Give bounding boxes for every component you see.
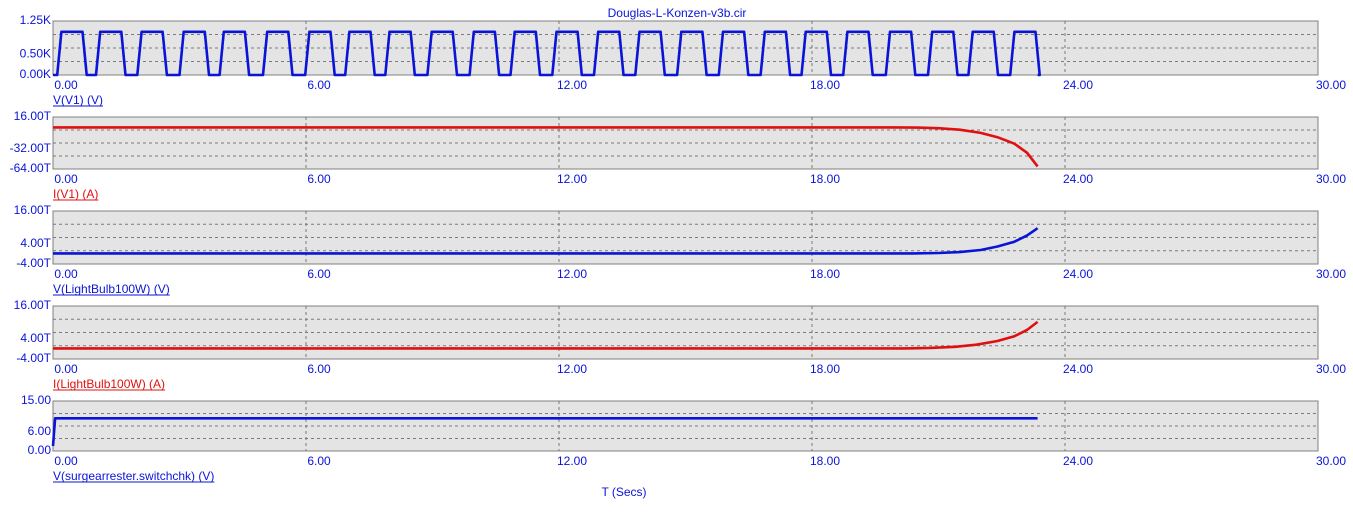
y-tick-label: 16.00T — [14, 203, 52, 217]
y-tick-label: 0.00 — [28, 443, 52, 457]
x-tick-label: 12.00 — [557, 78, 587, 92]
x-tick-label: 24.00 — [1063, 172, 1093, 186]
x-tick-label: 12.00 — [557, 172, 587, 186]
y-tick-label: 16.00T — [14, 109, 52, 123]
x-tick-label: 6.00 — [307, 172, 331, 186]
x-tick-label: 0.00 — [54, 454, 78, 468]
x-tick-label: 30.00 — [1316, 267, 1346, 281]
y-tick-label: 16.00T — [14, 298, 52, 312]
x-tick-label: 18.00 — [810, 362, 840, 376]
panel-3: 16.00T 4.00T -4.00T0.00 6.00 12.00 18.00 24.00… — [14, 203, 1347, 296]
chart-title: Douglas-L-Konzen-v3b.cir — [608, 6, 747, 20]
x-tick-label: 0.00 — [54, 362, 78, 376]
x-tick-label: 12.00 — [557, 362, 587, 376]
x-tick-label: 18.00 — [810, 267, 840, 281]
panel-4: 16.00T 4.00T -4.00T0.00 6.00 12.00 18.00 24.00… — [14, 298, 1347, 391]
waveform-chart: Douglas-L-Konzen-v3b.cir T (Secs) 1.25K 0… — [10, 6, 1347, 499]
x-tick-label: 18.00 — [810, 454, 840, 468]
x-tick-label: 24.00 — [1063, 78, 1093, 92]
series-label: I(V1) (A) — [53, 187, 98, 201]
x-tick-label: 0.00 — [54, 172, 78, 186]
x-tick-label: 30.00 — [1316, 78, 1346, 92]
series-label: V(LightBulb100W) (V) — [53, 282, 170, 296]
y-tick-label: 4.00T — [20, 331, 51, 345]
x-tick-label: 12.00 — [557, 454, 587, 468]
x-tick-label: 6.00 — [307, 267, 331, 281]
plot-panels: 1.25K0.50K0.00K0.00 6.00 12.00 18.00 24.00 30… — [10, 13, 1347, 483]
x-tick-label: 0.00 — [54, 78, 78, 92]
x-tick-label: 24.00 — [1063, 267, 1093, 281]
panel-2: 16.00T -32.00T -64.00T0.00 6.00 12.00 18.00 24… — [10, 109, 1347, 201]
panel-5: 15.00 6.00 0.000.00 6.00 12.00 18.00 24.00 30.0… — [21, 393, 1346, 483]
x-tick-label: 6.00 — [307, 78, 331, 92]
x-tick-label: 30.00 — [1316, 172, 1346, 186]
y-tick-label: -4.00T — [16, 256, 51, 270]
x-tick-label: 12.00 — [557, 267, 587, 281]
series-label: V(surgearrester.switchchk) (V) — [53, 469, 214, 483]
y-tick-label: -4.00T — [16, 351, 51, 365]
y-tick-label: 6.00 — [28, 424, 52, 438]
y-tick-label: 0.50K — [20, 46, 51, 60]
x-axis-label: T (Secs) — [601, 485, 646, 499]
x-tick-label: 6.00 — [307, 454, 331, 468]
series-label: I(LightBulb100W) (A) — [53, 377, 165, 391]
x-tick-label: 24.00 — [1063, 362, 1093, 376]
y-tick-label: 15.00 — [21, 393, 51, 407]
x-tick-label: 6.00 — [307, 362, 331, 376]
y-tick-label: -64.00T — [10, 161, 52, 175]
x-tick-label: 30.00 — [1316, 362, 1346, 376]
x-tick-label: 18.00 — [810, 172, 840, 186]
x-tick-label: 30.00 — [1316, 454, 1346, 468]
panel-1: 1.25K 0.50K 0.00K0.00 6.00 12.00 18.00 24.00 30… — [20, 13, 1347, 107]
y-tick-label: -32.00T — [10, 141, 52, 155]
y-tick-label: 4.00T — [20, 236, 51, 250]
y-tick-label: 0.00K — [20, 67, 51, 81]
y-tick-label: 1.25K — [20, 13, 51, 27]
series-label: V(V1) (V) — [53, 93, 103, 107]
x-tick-label: 0.00 — [54, 267, 78, 281]
x-tick-label: 24.00 — [1063, 454, 1093, 468]
x-tick-label: 18.00 — [810, 78, 840, 92]
